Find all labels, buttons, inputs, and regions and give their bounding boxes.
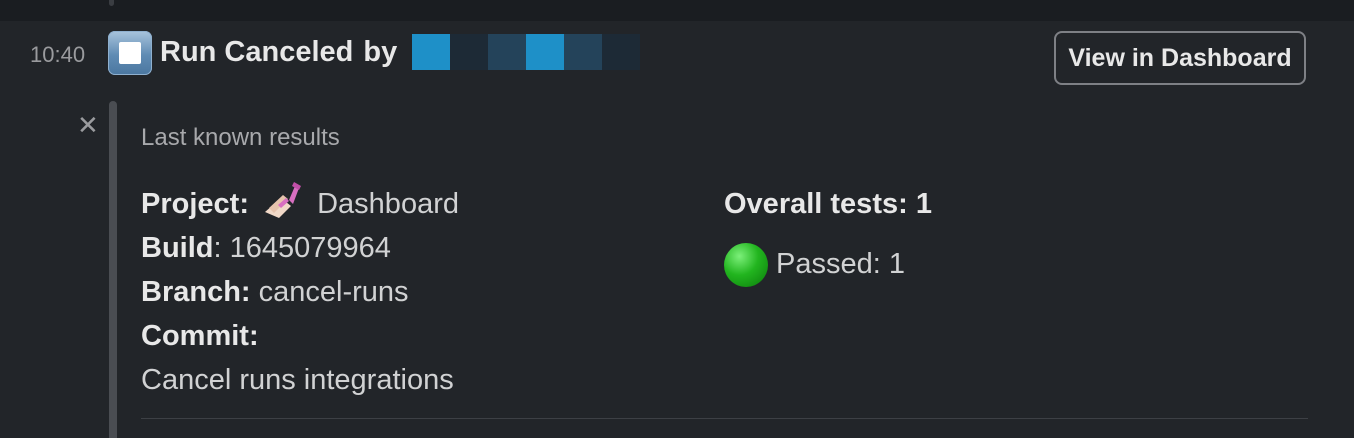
branch-value[interactable]: cancel-runs [259,276,409,308]
redaction-block [488,34,526,70]
redaction-block [526,34,564,70]
overall-tests-label: Overall tests: 1 [724,188,932,220]
run-status-title: Run Canceled [160,36,354,68]
attachment-bar [109,101,117,438]
build-separator: : [213,232,222,264]
commit-field: Commit: [141,320,259,353]
commit-message[interactable]: Cancel runs integrations [141,364,454,397]
redaction-block [412,34,450,70]
divider [141,418,1308,419]
overall-tests: Overall tests: 1 [724,188,932,221]
previous-message-strip [0,0,1354,21]
commit-label: Commit: [141,320,259,352]
branch-field: Branch: cancel-runs [141,276,409,309]
thread-line [109,0,114,6]
message-title: Run Canceled by [160,36,397,69]
close-icon[interactable]: ✕ [77,112,99,138]
nail-polish-icon [265,182,302,219]
project-field: Project: Dashboard [141,182,459,222]
redaction-block [602,34,640,70]
branch-label: Branch: [141,276,251,308]
green-circle-icon [724,243,768,287]
attachment-subtitle: Last known results [141,124,340,151]
build-field: Build: 1645079964 [141,232,391,265]
redacted-author [412,34,640,70]
build-value[interactable]: 1645079964 [230,232,391,264]
stop-button-icon [108,31,152,75]
redaction-block [564,34,602,70]
project-label: Project: [141,188,249,220]
redaction-block [450,34,488,70]
message-timestamp[interactable]: 10:40 [30,42,85,68]
view-in-dashboard-button[interactable]: View in Dashboard [1054,31,1306,85]
build-label: Build [141,232,214,264]
passed-count: Passed: 1 [776,248,905,280]
by-label: by [363,36,398,68]
project-value[interactable]: Dashboard [317,188,459,220]
